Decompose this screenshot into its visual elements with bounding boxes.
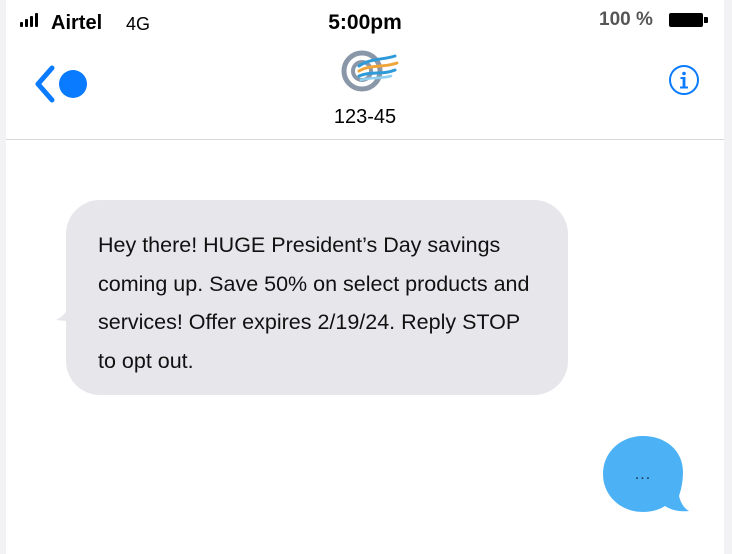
battery-percent: 100 %	[599, 9, 653, 30]
info-icon	[669, 65, 699, 95]
typing-indicator: ...	[603, 434, 689, 514]
battery-icon	[669, 13, 709, 27]
phone-screen: Airtel 4G 5:00pm 100 % 123-45 Hey there!…	[6, 0, 724, 554]
message-text: Hey there! HUGE President’s Day savings …	[98, 233, 530, 373]
status-bar: Airtel 4G 5:00pm 100 %	[6, 0, 724, 44]
back-button[interactable]	[34, 64, 94, 104]
info-button[interactable]	[668, 64, 700, 96]
incoming-message-bubble[interactable]: Hey there! HUGE President’s Day savings …	[56, 200, 568, 395]
typing-dots: ...	[634, 466, 652, 483]
conversation-header: 123-45	[6, 44, 724, 140]
contact-name[interactable]: 123-45	[6, 106, 724, 129]
contact-avatar[interactable]	[337, 46, 399, 96]
bubble-tail-icon	[56, 304, 76, 322]
brand-logo-icon	[341, 50, 399, 92]
back-chevron-icon	[35, 65, 87, 103]
